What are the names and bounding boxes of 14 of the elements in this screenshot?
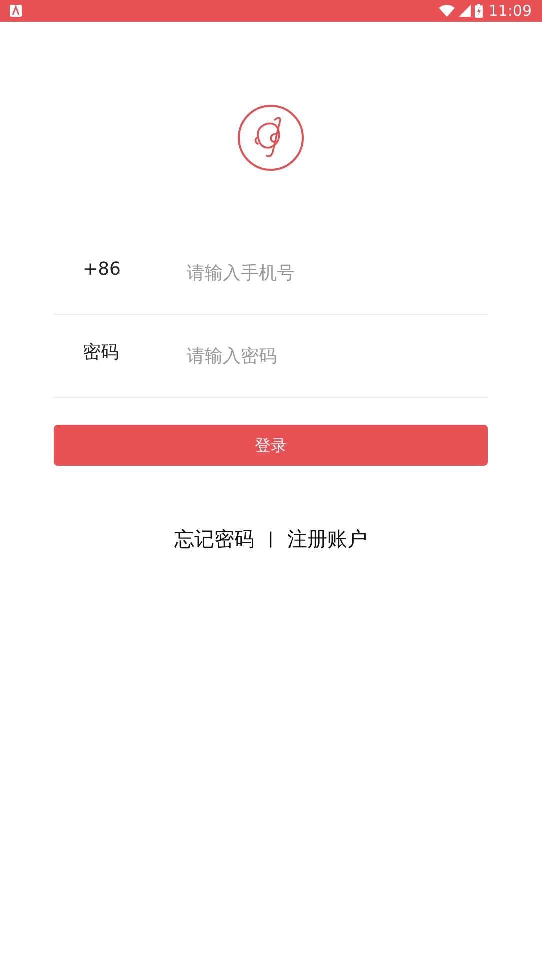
notification-icon bbox=[10, 5, 22, 17]
login-button[interactable]: 登录 bbox=[54, 425, 488, 466]
signal-icon bbox=[458, 5, 471, 17]
wifi-icon bbox=[438, 5, 455, 17]
field-label: +86 bbox=[82, 258, 122, 282]
register-link[interactable]: 注册账户 bbox=[288, 524, 368, 554]
separator: | bbox=[268, 528, 274, 550]
forgot-password-link[interactable]: 忘记密码 bbox=[174, 524, 254, 554]
password-field[interactable]: 请输入密码 bbox=[187, 342, 488, 370]
field-label: 密码 bbox=[82, 340, 120, 364]
battery-icon bbox=[474, 4, 483, 18]
phone-field[interactable]: 请输入手机号 bbox=[187, 260, 488, 286]
logo-icon bbox=[237, 104, 305, 172]
clock: 11:09 bbox=[488, 0, 532, 22]
